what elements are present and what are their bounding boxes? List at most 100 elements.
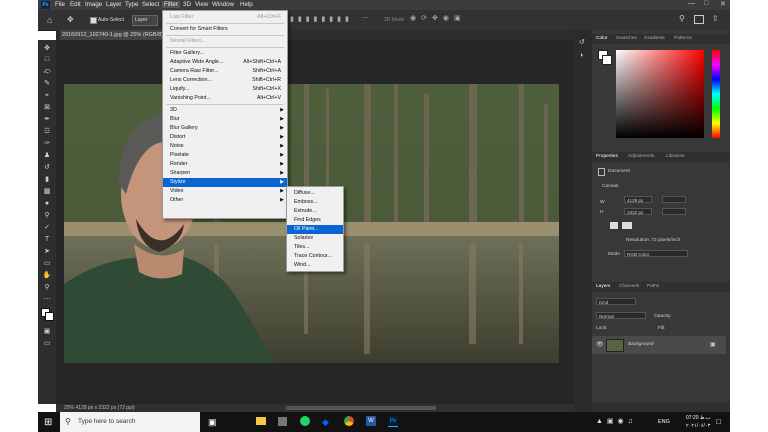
search-icon[interactable]: ⚲ (679, 14, 685, 23)
menu-window[interactable]: Window (212, 1, 234, 8)
filter-menu-item-sharpen[interactable]: Sharpen ▶ (163, 169, 287, 178)
system-tray-icons[interactable]: ▲▣◉♫ (596, 417, 637, 425)
move-tool-icon[interactable]: ✥ (67, 15, 74, 24)
whatsapp-icon[interactable] (300, 416, 310, 426)
brush-tool-icon[interactable]: ✑ (42, 139, 52, 148)
filter-menu-item-convert-for-smart-filters[interactable]: Convert for Smart Filters (163, 25, 287, 34)
tab-swatches[interactable]: Swatches (616, 36, 637, 41)
bg-color-chip[interactable] (602, 55, 612, 65)
layer-kind-filter[interactable]: Kind (596, 298, 636, 305)
canvas-x-field[interactable] (662, 196, 686, 203)
history-brush-tool-icon[interactable]: ↺ (42, 163, 52, 172)
eyedropper-tool-icon[interactable]: ✒ (42, 115, 52, 124)
path-selection-tool-icon[interactable]: ➤ (42, 247, 52, 256)
more-options-icon[interactable]: ⋯ (362, 14, 369, 22)
file-explorer-icon[interactable] (256, 417, 266, 425)
home-icon[interactable]: ⌂ (47, 15, 52, 25)
menu-layer[interactable]: Layer (106, 1, 121, 8)
hue-slider[interactable] (712, 50, 720, 138)
filter-menu-item-adaptive-wide-angle[interactable]: Adaptive Wide Angle... Alt+Shift+Ctrl+A (163, 58, 287, 67)
visibility-eye-icon[interactable]: 👁 (596, 341, 604, 348)
share-icon[interactable]: ⇧ (712, 14, 719, 23)
stylize-menu-item-tiles[interactable]: Tiles... (287, 243, 343, 252)
filter-menu-item-stylize[interactable]: Stylize ▶ (163, 178, 287, 187)
stylize-menu-item-diffuse[interactable]: Diffuse... (287, 189, 343, 198)
tab-patterns[interactable]: Patterns (674, 36, 692, 41)
filter-menu-item-blur[interactable]: Blur ▶ (163, 115, 287, 124)
orientation-landscape-icon[interactable] (622, 222, 632, 229)
filter-menu-item-lens-correction[interactable]: Lens Correction... Shift+Ctrl+R (163, 76, 287, 85)
color-picker-field[interactable] (616, 50, 704, 138)
eraser-tool-icon[interactable]: ▮ (42, 175, 52, 184)
stylize-menu-item-trace-contour[interactable]: Trace Contour... (287, 252, 343, 261)
gradient-tool-icon[interactable]: ▩ (42, 187, 52, 196)
adjustments-panel-icon[interactable]: ◑ (579, 52, 583, 59)
stylize-menu-item-extrude[interactable]: Extrude... (287, 207, 343, 216)
background-color-swatch[interactable] (45, 312, 54, 321)
windows-start-icon[interactable]: ⊞ (44, 417, 52, 428)
auto-select-dropdown[interactable]: Layer (132, 15, 158, 26)
filter-menu-item-distort[interactable]: Distort ▶ (163, 133, 287, 142)
filter-menu-item-3d[interactable]: 3D ▶ (163, 106, 287, 115)
auto-select-checkbox[interactable] (90, 17, 97, 24)
tab-gradients[interactable]: Gradients (644, 36, 665, 41)
healing-brush-tool-icon[interactable]: ☲ (42, 127, 52, 136)
photoshop-taskbar-icon[interactable]: Ps (388, 416, 398, 427)
store-icon[interactable] (278, 417, 287, 426)
blend-mode-dropdown[interactable]: Normal (596, 312, 646, 319)
type-tool-icon[interactable]: T (42, 235, 52, 244)
tab-adjustments[interactable]: Adjustments (628, 154, 654, 159)
lasso-tool-icon[interactable]: ⤽ (42, 67, 52, 76)
menu-3d[interactable]: 3D (183, 1, 191, 8)
clock-time[interactable]: 07:20 ب.ظ (686, 415, 711, 421)
close-icon[interactable]: ✕ (720, 0, 726, 8)
stylize-menu-item-find-edges[interactable]: Find Edges (287, 216, 343, 225)
filter-menu-item-filter-gallery[interactable]: Filter Gallery... (163, 49, 287, 58)
layer-row-background[interactable]: 👁 Background ▣ (592, 336, 726, 354)
filter-menu-item-camera-raw-filter[interactable]: Camera Raw Filter... Shift+Ctrl+A (163, 67, 287, 76)
word-icon[interactable]: W (366, 416, 376, 426)
blur-tool-icon[interactable]: ● (42, 199, 52, 208)
3d-mode-icons[interactable]: ◉⟳✥◉▣ (410, 14, 466, 22)
menu-help[interactable]: Help (240, 1, 253, 8)
maximize-icon[interactable]: □ (704, 0, 708, 7)
workspace-icon[interactable] (694, 15, 704, 24)
crop-tool-icon[interactable]: ⌖ (42, 91, 52, 100)
screen-mode-icon[interactable]: ▭ (42, 339, 52, 348)
notification-icon[interactable]: □ (716, 417, 721, 426)
language-indicator[interactable]: ENG (658, 419, 670, 425)
stylize-menu-item-solarize[interactable]: Solarize (287, 234, 343, 243)
clone-stamp-tool-icon[interactable]: ♟ (42, 151, 52, 160)
align-icons[interactable]: ▮▮▮▮▮▮▮▮ (290, 15, 353, 23)
filter-menu-item-pixelate[interactable]: Pixelate ▶ (163, 151, 287, 160)
menu-type[interactable]: Type (125, 1, 138, 8)
filter-menu-item-vanishing-point[interactable]: Vanishing Point... Alt+Ctrl+V (163, 94, 287, 103)
menu-filter[interactable]: Filter (162, 1, 180, 8)
color-mode-dropdown[interactable]: RGB Color (624, 250, 688, 257)
canvas-height-field[interactable]: 2322 px (624, 208, 652, 215)
filter-menu-item-neural-filters[interactable]: Neural Filters... (163, 37, 287, 46)
quick-mask-icon[interactable]: ▣ (42, 327, 52, 336)
filter-menu-item-last-filter[interactable]: Last Filter Alt+Ctrl+F (163, 13, 287, 22)
dropbox-icon[interactable]: ◆ (322, 417, 329, 428)
menu-view[interactable]: View (195, 1, 208, 8)
zoom-tool-icon[interactable]: ⚲ (42, 283, 52, 292)
frame-tool-icon[interactable]: ⊠ (42, 103, 52, 112)
menu-image[interactable]: Image (85, 1, 102, 8)
menu-file[interactable]: File (55, 1, 65, 8)
menu-edit[interactable]: Edit (70, 1, 81, 8)
document-tab[interactable]: 20160912_102740-1.jpg @ 25% (RGB/8) (60, 30, 170, 40)
quick-select-tool-icon[interactable]: ✎ (42, 79, 52, 88)
filter-menu-item-other[interactable]: Other ▶ (163, 196, 287, 205)
chrome-icon[interactable] (344, 416, 354, 426)
hand-tool-icon[interactable]: ✋ (42, 271, 52, 280)
filter-menu-item-blur-gallery[interactable]: Blur Gallery ▶ (163, 124, 287, 133)
orientation-icons[interactable] (610, 222, 618, 229)
history-panel-icon[interactable]: ↺ (579, 38, 585, 46)
task-view-icon[interactable]: ▣ (208, 417, 217, 428)
stylize-menu-item-wind[interactable]: Wind... (287, 261, 343, 270)
more-tools-icon[interactable]: ⋯ (42, 295, 52, 304)
filter-menu-item-render[interactable]: Render ▶ (163, 160, 287, 169)
filter-menu-item-liquify[interactable]: Liquify... Shift+Ctrl+X (163, 85, 287, 94)
canvas-width-field[interactable]: 4128 px (624, 196, 652, 203)
